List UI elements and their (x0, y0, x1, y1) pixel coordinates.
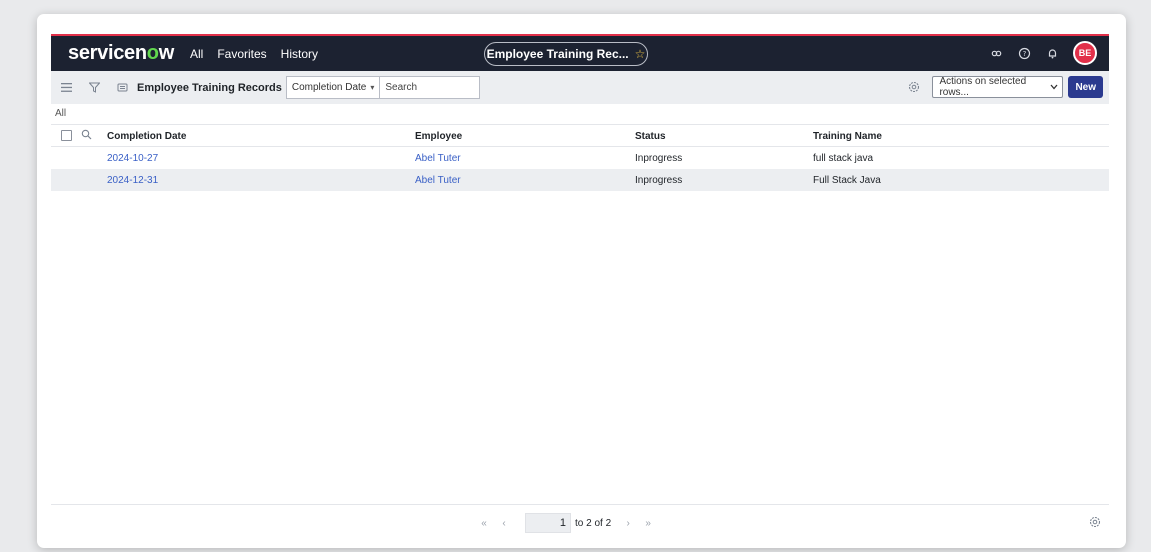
gear-icon[interactable] (908, 81, 920, 93)
chevron-down-icon: ▾ (370, 83, 375, 92)
cell-status: Inprogress (635, 153, 683, 164)
actions-select[interactable]: Actions on selected rows... (932, 76, 1064, 98)
pager: « ‹ 1 to 2 of 2 › » (477, 513, 661, 533)
nav-favorites[interactable]: Favorites (217, 47, 266, 61)
context-title-pill[interactable]: Employee Training Rec... ☆ (484, 42, 648, 66)
new-button[interactable]: New (1068, 76, 1103, 98)
list-options-icon[interactable] (115, 81, 129, 95)
nav-icons: ? BE (989, 41, 1097, 65)
cell-status: Inprogress (635, 175, 683, 186)
breadcrumb: All (51, 104, 1109, 125)
cell-training-name: full stack java (813, 153, 874, 164)
globe-icon[interactable] (989, 46, 1003, 60)
search-input[interactable] (380, 76, 481, 99)
logo-text-b: w (158, 42, 175, 64)
page-range-text: to 2 of 2 (575, 517, 612, 529)
table-header-row: Completion Date Employee Status Training… (51, 125, 1109, 147)
page-number-input[interactable]: 1 (525, 513, 571, 533)
window-frame: servicenow All Favorites History Employe… (37, 14, 1126, 548)
first-page-icon[interactable]: « (477, 518, 491, 529)
cell-training-name: Full Stack Java (813, 175, 881, 186)
column-header-training-name[interactable]: Training Name (813, 131, 882, 142)
filter-icon[interactable] (87, 81, 101, 95)
bell-icon[interactable] (1045, 46, 1059, 60)
previous-page-icon[interactable]: ‹ (497, 518, 511, 529)
settings-icon[interactable] (1089, 516, 1101, 528)
actions-select-value: Actions on selected rows... (939, 76, 1027, 98)
avatar[interactable]: BE (1073, 41, 1097, 65)
context-title: Employee Training Rec... (486, 47, 629, 61)
next-page-icon[interactable]: › (621, 518, 635, 529)
column-header-completion-date[interactable]: Completion Date (107, 131, 186, 142)
list-title: Employee Training Records (137, 81, 282, 94)
last-page-icon[interactable]: » (641, 518, 655, 529)
help-icon[interactable]: ? (1017, 46, 1031, 60)
toolbar-right: Actions on selected rows... New (908, 76, 1103, 98)
select-all-checkbox[interactable] (61, 130, 72, 141)
nav-history[interactable]: History (281, 47, 318, 61)
star-icon[interactable]: ☆ (635, 47, 646, 61)
column-header-status[interactable]: Status (635, 131, 666, 142)
list-footer: « ‹ 1 to 2 of 2 › » (51, 504, 1109, 542)
search-field-select[interactable]: Completion Date ▾ (285, 76, 381, 99)
search-field-select-value: Completion Date (291, 82, 367, 93)
breadcrumb-all[interactable]: All (55, 108, 66, 119)
cell-employee[interactable]: Abel Tuter (415, 175, 461, 186)
records-table: Completion Date Employee Status Training… (51, 125, 1109, 191)
app-container: servicenow All Favorites History Employe… (51, 34, 1109, 542)
servicenow-logo[interactable]: servicenow (68, 42, 174, 65)
logo-text-a: servicen (68, 42, 147, 64)
hamburger-icon[interactable] (59, 81, 73, 95)
chevron-down-icon (1050, 82, 1058, 93)
nav-all[interactable]: All (190, 47, 203, 61)
svg-text:?: ? (1022, 50, 1026, 58)
list-toolbar: Employee Training Records Completion Dat… (51, 71, 1109, 104)
cell-employee[interactable]: Abel Tuter (415, 153, 461, 164)
table-row: 2024-10-27 Abel Tuter Inprogress full st… (51, 147, 1109, 169)
top-navigation: servicenow All Favorites History Employe… (51, 34, 1109, 71)
table-row: 2024-12-31 Abel Tuter Inprogress Full St… (51, 169, 1109, 191)
logo-text-o: o (146, 42, 159, 64)
cell-completion-date[interactable]: 2024-12-31 (107, 175, 158, 186)
search-icon[interactable] (81, 129, 92, 140)
column-header-employee[interactable]: Employee (415, 131, 462, 142)
cell-completion-date[interactable]: 2024-10-27 (107, 153, 158, 164)
